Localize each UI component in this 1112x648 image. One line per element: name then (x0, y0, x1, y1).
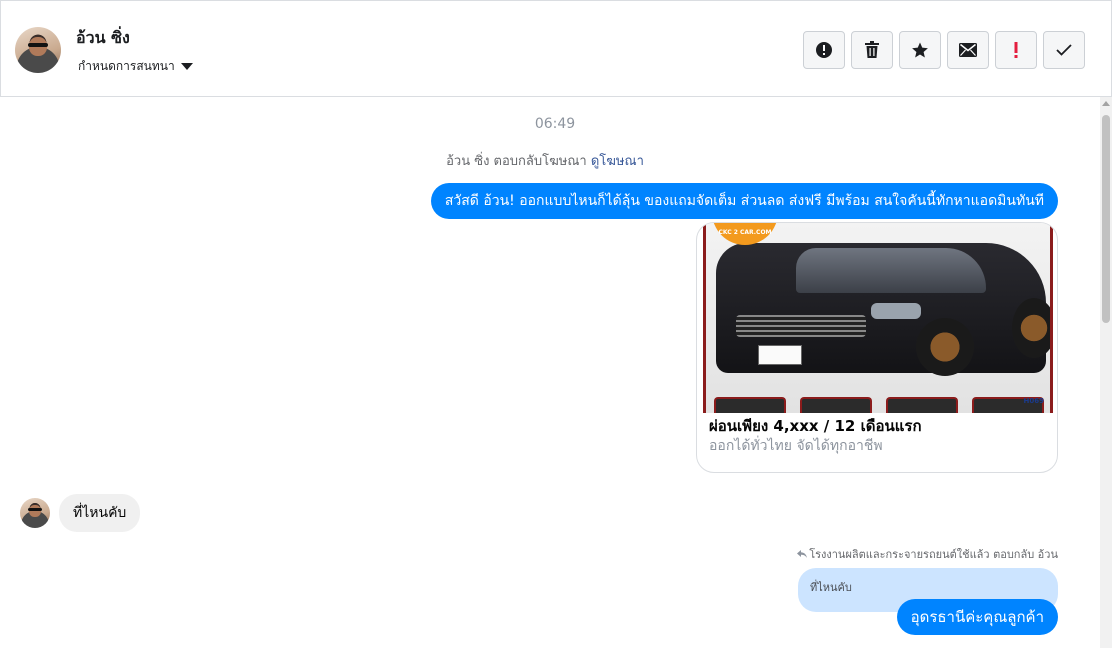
envelope-icon (959, 43, 977, 57)
outgoing-message[interactable]: สวัสดี อ้วน! ออกแบบไหนก็ได้ลุ้น ของแถมจั… (430, 183, 1058, 219)
ad-card[interactable]: CKC 2 CAR.COM H069 ผ่อนเพียง 4,xxx / 12 … (696, 222, 1058, 473)
trash-icon (865, 41, 879, 58)
outgoing-message[interactable]: อุดรธานีค่ะคุณลูกค้า (896, 599, 1058, 635)
reply-note: โรงงานผลิตและกระจายรถยนต์ใช้แล้ว ตอบกลับ… (797, 545, 1058, 563)
conversation-settings-label: กำหนดการสนทนา (78, 59, 175, 73)
conversation-settings-dropdown[interactable]: กำหนดการสนทนา (78, 57, 193, 76)
alert-circle-icon (816, 42, 832, 58)
ad-reply-notice: อ้วน ซิ่ง ตอบกลับโฆษณา ดูโฆษณา (0, 150, 1090, 171)
conversation-header: อ้วน ซิ่ง กำหนดการสนทนา (0, 0, 1112, 97)
image-code: H069 (1023, 397, 1044, 405)
reply-arrow-icon (797, 550, 808, 558)
ad-subtitle: ออกได้ทั่วไทย จัดได้ทุกอาชีพ (709, 438, 883, 454)
conversation-toolbar (803, 31, 1085, 69)
incoming-message[interactable]: ที่ไหนคับ (59, 494, 141, 532)
message-feed[interactable]: 06:49 อ้วน ซิ่ง ตอบกลับโฆษณา ดูโฆษณา สวั… (0, 97, 1100, 648)
contact-avatar[interactable] (15, 27, 61, 73)
ad-reply-text: อ้วน ซิ่ง ตอบกลับโฆษณา (446, 154, 587, 169)
dealer-logo: CKC 2 CAR.COM (712, 223, 778, 245)
mark-unread-button[interactable] (947, 31, 989, 69)
scroll-up-arrow-icon[interactable] (1102, 101, 1110, 106)
feed-scrollbar[interactable] (1100, 97, 1112, 648)
delete-button[interactable] (851, 31, 893, 69)
caret-down-icon (180, 63, 193, 70)
message-timestamp: 06:49 (534, 116, 576, 132)
star-icon (912, 42, 928, 58)
reply-note-text: โรงงานผลิตและกระจายรถยนต์ใช้แล้ว ตอบกลับ… (809, 548, 1058, 561)
thumbnail-strip (714, 397, 1044, 413)
scroll-thumb[interactable] (1102, 115, 1110, 323)
important-button[interactable] (995, 31, 1037, 69)
sender-avatar[interactable] (20, 498, 50, 528)
report-button[interactable] (803, 31, 845, 69)
incoming-message-row: ที่ไหนคับ (20, 494, 141, 532)
contact-name[interactable]: อ้วน ซิ่ง (76, 26, 130, 51)
check-icon (1056, 44, 1072, 56)
exclamation-icon (1014, 42, 1018, 58)
view-ad-link[interactable]: ดูโฆษณา (591, 154, 644, 169)
star-button[interactable] (899, 31, 941, 69)
ad-image[interactable]: CKC 2 CAR.COM H069 (703, 223, 1053, 413)
mark-done-button[interactable] (1043, 31, 1085, 69)
